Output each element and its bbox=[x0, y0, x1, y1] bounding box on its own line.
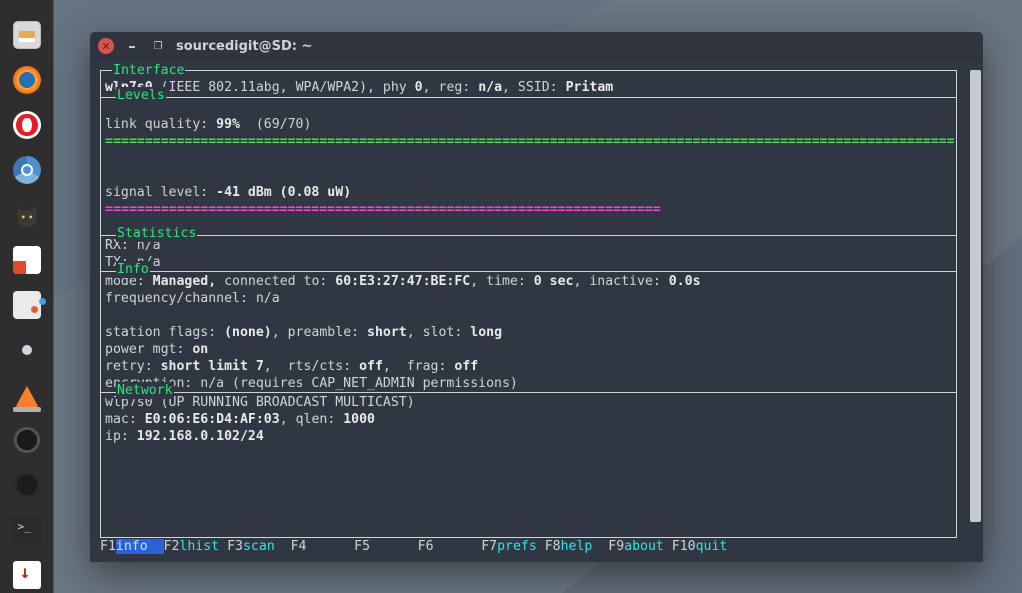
sliders-icon bbox=[13, 291, 41, 319]
dock-notes[interactable] bbox=[10, 243, 44, 277]
folder-icon bbox=[13, 21, 41, 49]
fkey-label: help bbox=[561, 539, 609, 554]
fkey-f4[interactable]: F4 bbox=[291, 538, 355, 556]
fkey-label: prefs bbox=[497, 539, 545, 554]
info-retry-line: retry: short limit 7, rts/cts: off, frag… bbox=[105, 358, 952, 375]
window-close-button[interactable]: ✕ bbox=[98, 38, 114, 54]
dock-lens2[interactable] bbox=[10, 468, 44, 502]
blank-line bbox=[105, 167, 952, 184]
signal-level-bar: ========================================… bbox=[105, 201, 952, 218]
cat-icon bbox=[12, 200, 42, 230]
dock-cat-app[interactable] bbox=[10, 198, 44, 232]
terminal-icon bbox=[13, 516, 41, 544]
info-pm-line: power mgt: on bbox=[105, 341, 952, 358]
fkey-number: F9 bbox=[608, 539, 624, 554]
window-maximize-button[interactable]: ❐ bbox=[150, 38, 166, 54]
fkey-label: quit bbox=[696, 539, 744, 554]
network-mac-line: mac: E0:06:E6:D4:AF:03, qlen: 1000 bbox=[105, 411, 952, 428]
window-title: sourcedigit@SD: ~ bbox=[176, 39, 312, 54]
note-icon bbox=[13, 246, 41, 274]
fkey-f1[interactable]: F1info bbox=[100, 538, 164, 556]
fkey-number: F5 bbox=[354, 539, 370, 554]
chromium-icon bbox=[13, 156, 41, 184]
dock-opera[interactable] bbox=[10, 108, 44, 142]
fkey-label: about bbox=[624, 539, 672, 554]
network-ip-line: ip: 192.168.0.102/24 bbox=[105, 428, 952, 445]
section-interface-label: Interface bbox=[112, 62, 185, 79]
fkey-f8[interactable]: F8help bbox=[545, 538, 609, 556]
interface-line: wlp7s0 (IEEE 802.11abg, WPA/WPA2), phy 0… bbox=[105, 71, 952, 96]
info-flags-line: station flags: (none), preamble: short, … bbox=[105, 324, 952, 341]
info-mode-line: mode: Managed, connected to: 60:E3:27:47… bbox=[105, 273, 952, 290]
fkey-label: scan bbox=[243, 539, 291, 554]
network-if-line: wlp7s0 (UP RUNNING BROADCAST MULTICAST) bbox=[105, 394, 952, 411]
window-minimize-button[interactable]: – bbox=[124, 38, 140, 54]
fkey-f7[interactable]: F7prefs bbox=[481, 538, 545, 556]
fkey-number: F1 bbox=[100, 539, 116, 554]
dock-firefox[interactable] bbox=[10, 63, 44, 97]
blank-line bbox=[105, 218, 952, 235]
terminal-body[interactable]: Interface wlp7s0 (IEEE 802.11abg, WPA/WP… bbox=[90, 60, 983, 562]
terminal-window: ✕ – ❐ sourcedigit@SD: ~ Interface wlp7s0… bbox=[90, 32, 983, 562]
section-levels-label: Levels bbox=[116, 87, 166, 104]
fkey-f3[interactable]: F3scan bbox=[227, 538, 291, 556]
dock-lens1[interactable] bbox=[10, 423, 44, 457]
fkey-f9[interactable]: F9about bbox=[608, 538, 672, 556]
fkey-number: F6 bbox=[418, 539, 434, 554]
rx-line: RX: n/a bbox=[105, 237, 952, 254]
fkey-number: F2 bbox=[164, 539, 180, 554]
link-quality-line: link quality: 99% (69/70) bbox=[105, 116, 952, 133]
blank-line bbox=[105, 307, 952, 324]
dock-terminal[interactable] bbox=[10, 513, 44, 547]
fkey-label bbox=[306, 539, 354, 554]
wavemon-box: Interface wlp7s0 (IEEE 802.11abg, WPA/WP… bbox=[100, 70, 957, 538]
fkey-label: lhist bbox=[179, 539, 227, 554]
function-keys-bar: F1info F2lhist F3scan F4 F5 F6 F7prefs F… bbox=[100, 538, 957, 556]
scrollbar[interactable] bbox=[970, 70, 981, 522]
fkey-f6[interactable]: F6 bbox=[418, 538, 482, 556]
fkey-number: F3 bbox=[227, 539, 243, 554]
dot-icon bbox=[22, 345, 32, 355]
fkey-label bbox=[370, 539, 418, 554]
signal-level-line: signal level: -41 dBm (0.08 uW) bbox=[105, 184, 952, 201]
lens-icon bbox=[14, 427, 40, 453]
dock-dot-app[interactable] bbox=[10, 333, 44, 367]
tx-line: TX: n/a bbox=[105, 254, 952, 271]
fkey-number: F7 bbox=[481, 539, 497, 554]
fkey-f2[interactable]: F2lhist bbox=[164, 538, 228, 556]
dock-transmission[interactable] bbox=[10, 558, 44, 592]
dock-chromium[interactable] bbox=[10, 153, 44, 187]
blank-line bbox=[105, 99, 952, 116]
opera-icon bbox=[13, 111, 41, 139]
section-statistics-label: Statistics bbox=[116, 225, 197, 242]
fkey-number: F10 bbox=[672, 539, 696, 554]
titlebar[interactable]: ✕ – ❐ sourcedigit@SD: ~ bbox=[90, 32, 983, 60]
section-info-label: Info bbox=[116, 261, 150, 278]
dock-files[interactable] bbox=[10, 18, 44, 52]
fkey-label bbox=[434, 539, 482, 554]
lens-icon bbox=[14, 472, 40, 498]
vlc-icon bbox=[15, 386, 39, 408]
fkey-f10[interactable]: F10quit bbox=[672, 538, 743, 556]
download-icon bbox=[13, 561, 41, 589]
fkey-label: info bbox=[116, 539, 164, 554]
fkey-number: F8 bbox=[545, 539, 561, 554]
link-quality-bar: ========================================… bbox=[105, 133, 952, 150]
firefox-icon bbox=[13, 66, 41, 94]
section-network-label: Network bbox=[116, 382, 174, 399]
info-freq-line: frequency/channel: n/a bbox=[105, 290, 952, 307]
fkey-f5[interactable]: F5 bbox=[354, 538, 418, 556]
dock bbox=[0, 0, 53, 593]
fkey-number: F4 bbox=[291, 539, 307, 554]
blank-line bbox=[105, 150, 952, 167]
info-enc-line: encryption: n/a (requires CAP_NET_ADMIN … bbox=[105, 375, 952, 392]
dock-tweaks[interactable] bbox=[10, 288, 44, 322]
dock-vlc[interactable] bbox=[10, 378, 44, 412]
